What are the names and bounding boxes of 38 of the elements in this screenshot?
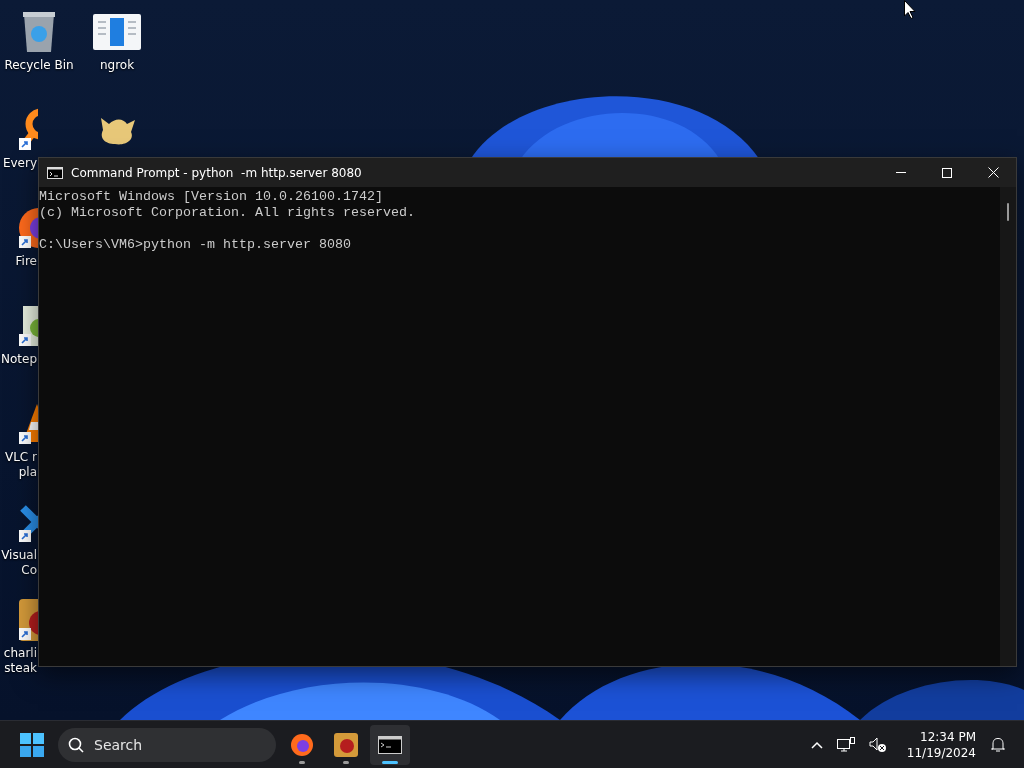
scrollbar-thumb[interactable] — [1007, 203, 1009, 221]
icon-label: ngrok — [99, 58, 135, 73]
shortcut-arrow-icon — [19, 236, 31, 248]
search-icon — [68, 736, 84, 753]
console-taskbar-button[interactable] — [370, 724, 410, 765]
icon-label: Fire — [14, 254, 37, 269]
icon-label: Visual — [0, 548, 37, 563]
mouse-cursor-icon — [904, 0, 916, 19]
shortcut-arrow-icon — [19, 530, 31, 542]
minimize-icon — [896, 172, 906, 173]
console-line: C:\Users\VM6>python -m http.server 8080 — [39, 237, 352, 253]
icon-label: Every — [1, 156, 37, 171]
game-character-icon — [333, 731, 359, 758]
windows-logo-icon — [20, 732, 44, 757]
maximize-icon — [942, 167, 952, 178]
document-window-icon[interactable] — [93, 12, 141, 52]
search-bar[interactable]: Search — [58, 727, 276, 762]
fox-globe-icon — [290, 732, 314, 757]
shortcut-arrow-icon — [19, 334, 31, 346]
icon-label: VLC r — [3, 450, 37, 465]
clock-date[interactable]: 11/19/2024 — [906, 744, 976, 761]
icon-label: charli — [2, 646, 37, 661]
close-icon — [987, 167, 999, 178]
console-icon — [47, 166, 63, 179]
console-line: (c) Microsoft Corporation. All rights reserved. — [39, 205, 416, 221]
icon-label: pla — [17, 465, 37, 480]
icon-label: Co — [20, 563, 37, 578]
shortcut-arrow-icon — [19, 628, 31, 640]
icon-label: steak — [3, 661, 37, 676]
icon-label: Recycle Bin — [4, 58, 74, 73]
window-title: Command Prompt - python -m http.server 8080 — [71, 165, 363, 180]
shortcut-arrow-icon — [19, 138, 31, 150]
console-icon — [378, 735, 402, 754]
search-field[interactable]: Search — [92, 735, 246, 754]
icon-label: Notep — [0, 352, 37, 367]
clock-time[interactable]: 12:34 PM — [920, 728, 976, 745]
console-line: Microsoft Windows [Version 10.0.26100.1742] — [39, 189, 384, 205]
shortcut-arrow-icon — [19, 432, 31, 444]
